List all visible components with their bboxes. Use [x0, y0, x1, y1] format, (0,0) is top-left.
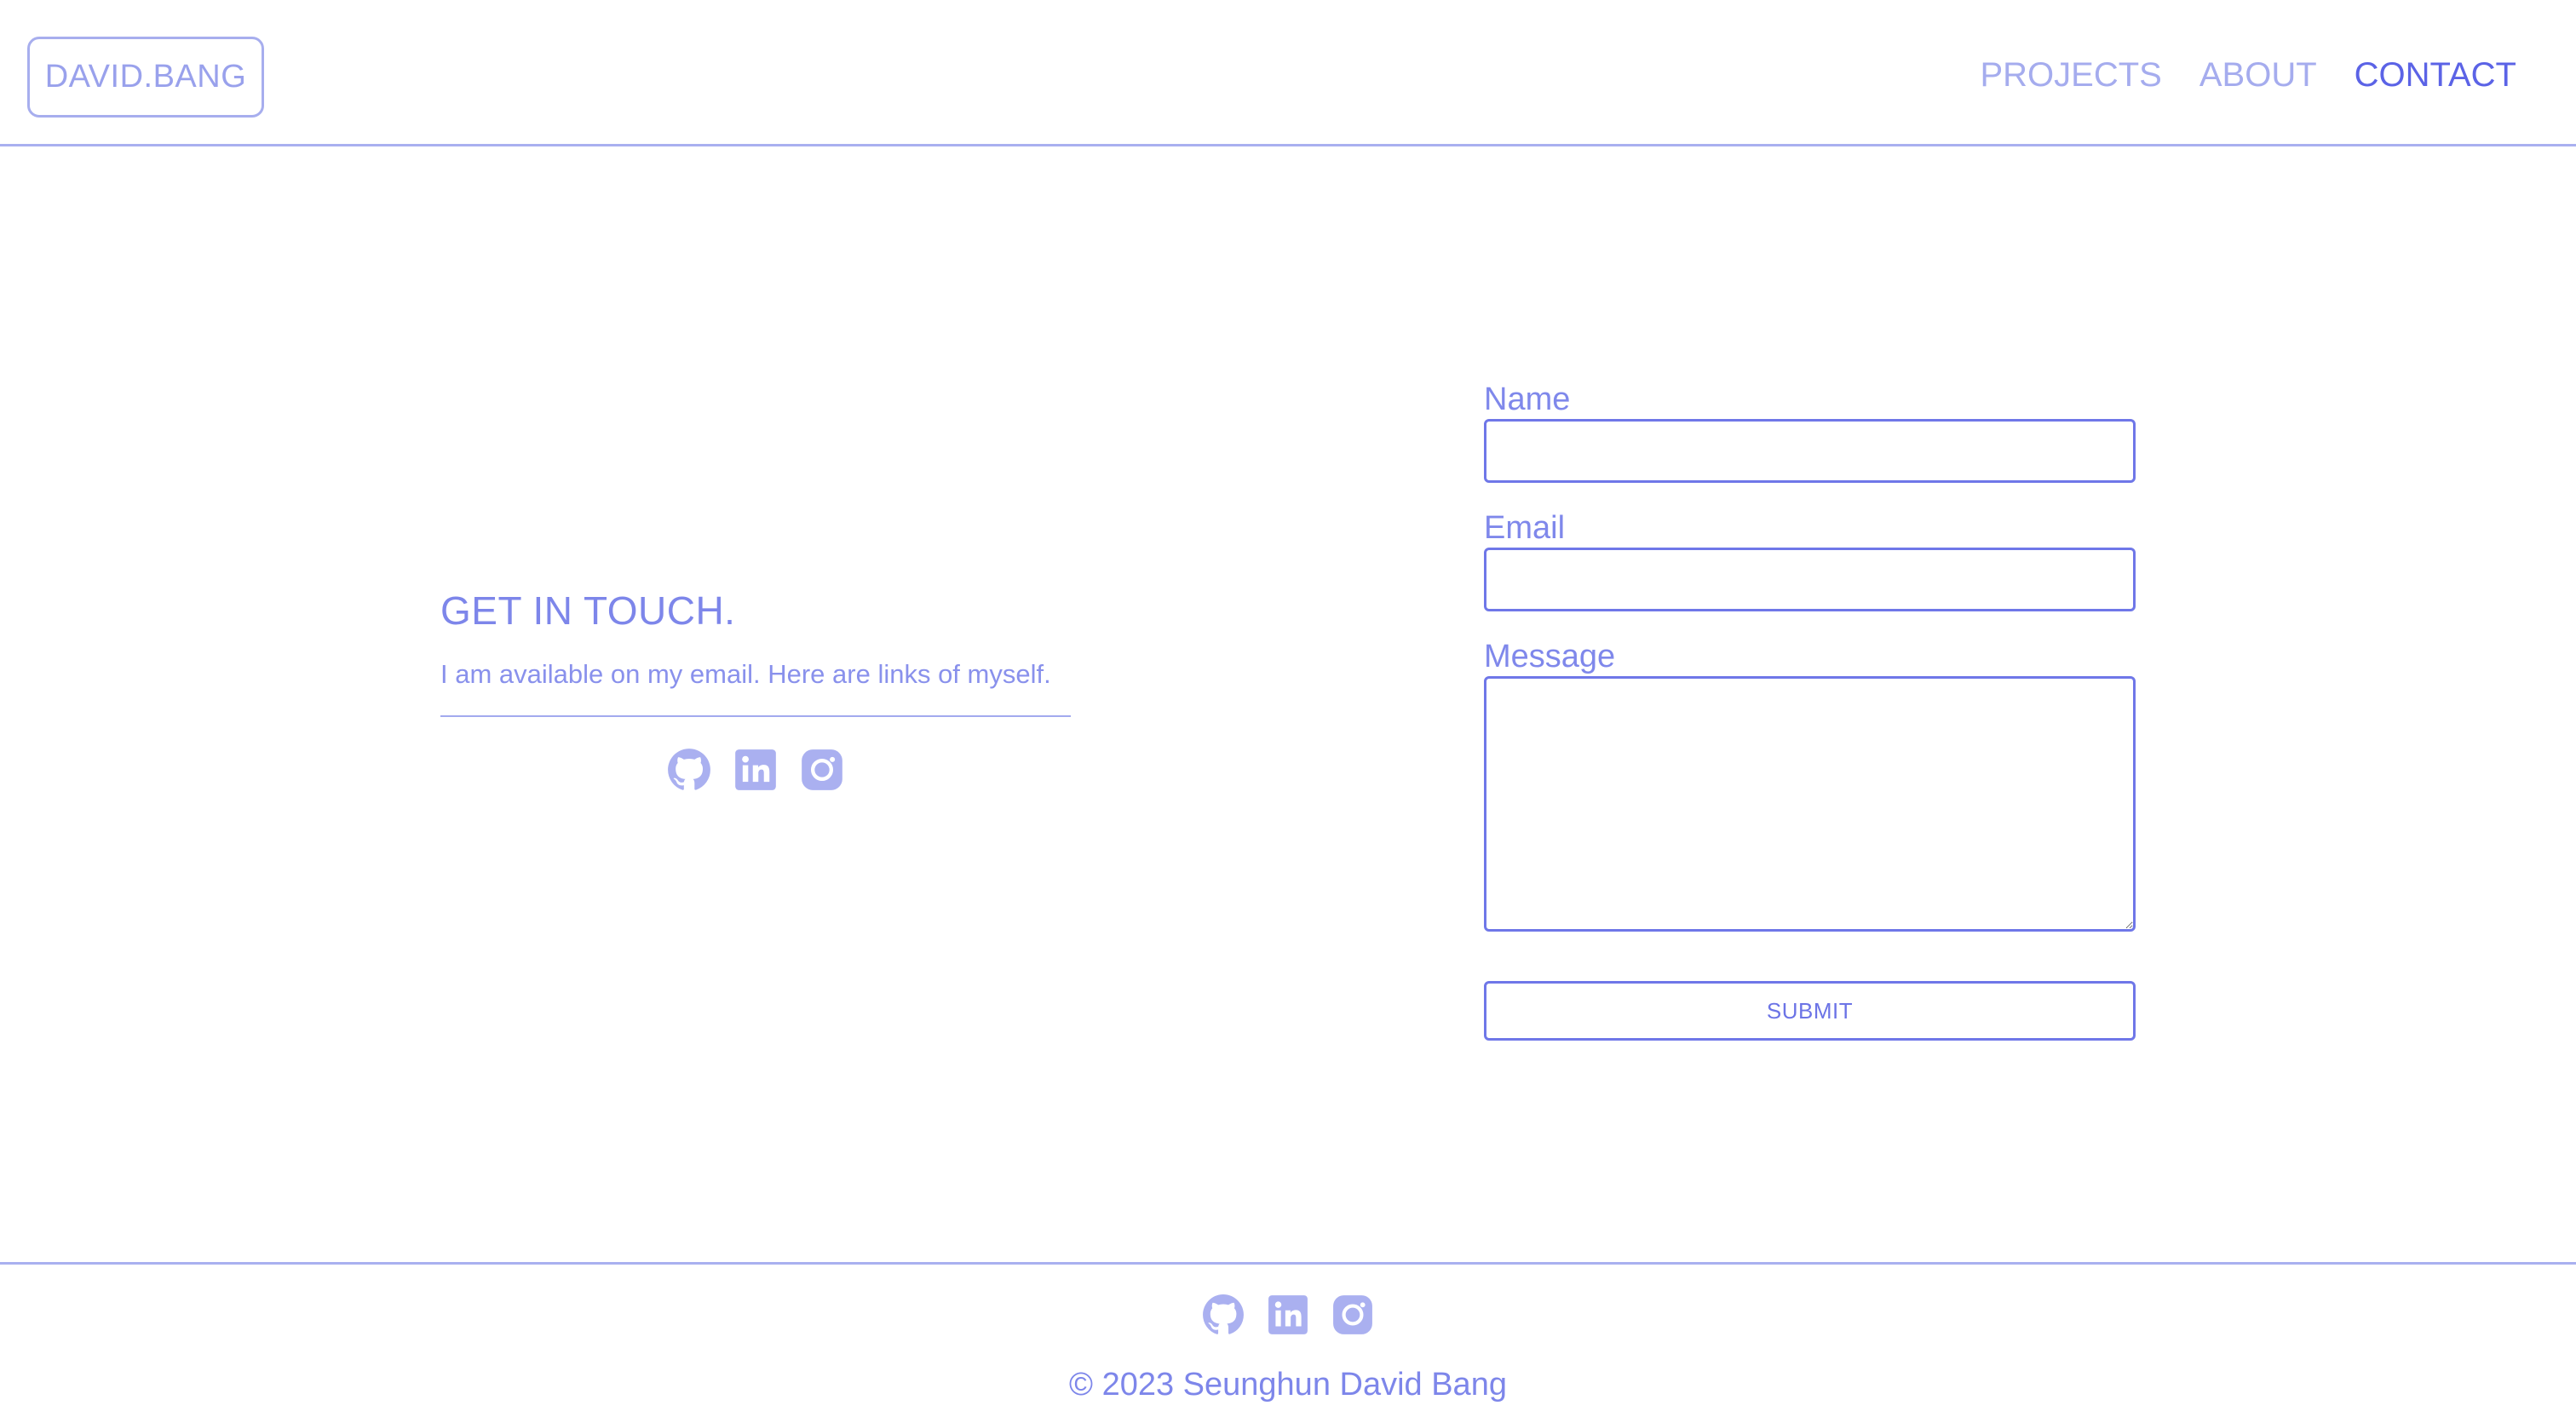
social-links	[440, 748, 1071, 792]
submit-button[interactable]: SUBMIT	[1484, 981, 2136, 1041]
name-field[interactable]	[1484, 419, 2136, 483]
message-label: Message	[1484, 639, 1616, 674]
nav-projects[interactable]: PROJECTS	[1980, 56, 2161, 95]
footer-social-links	[0, 1294, 2576, 1336]
nav-contact[interactable]: CONTACT	[2355, 56, 2516, 95]
divider	[440, 715, 1071, 717]
instagram-icon[interactable]	[1331, 1294, 1374, 1336]
github-icon[interactable]	[667, 748, 711, 792]
contact-form: Name Email Message SUBMIT	[1484, 380, 2136, 1041]
linkedin-icon[interactable]	[1267, 1294, 1309, 1336]
github-icon[interactable]	[1202, 1294, 1245, 1336]
logo-button[interactable]: DAVID.BANG	[27, 37, 264, 118]
site-header: DAVID.BANG PROJECTS ABOUT CONTACT	[0, 0, 2576, 146]
page-title: GET IN TOUCH.	[440, 588, 736, 633]
copyright-text: © 2023 Seunghun David Bang	[1069, 1367, 1507, 1403]
email-label: Email	[1484, 510, 1566, 546]
name-label: Name	[1484, 382, 1571, 417]
message-field[interactable]	[1484, 676, 2136, 932]
intro-text: I am available on my email. Here are lin…	[440, 659, 1051, 689]
contact-intro: GET IN TOUCH. I am available on my email…	[440, 588, 1071, 792]
site-footer: © 2023 Seunghun David Bang	[0, 1262, 2576, 1417]
instagram-icon[interactable]	[800, 748, 844, 792]
nav-about[interactable]: ABOUT	[2199, 56, 2317, 95]
linkedin-icon[interactable]	[733, 748, 778, 792]
main-nav: PROJECTS ABOUT CONTACT	[1980, 56, 2516, 95]
email-field[interactable]	[1484, 548, 2136, 611]
